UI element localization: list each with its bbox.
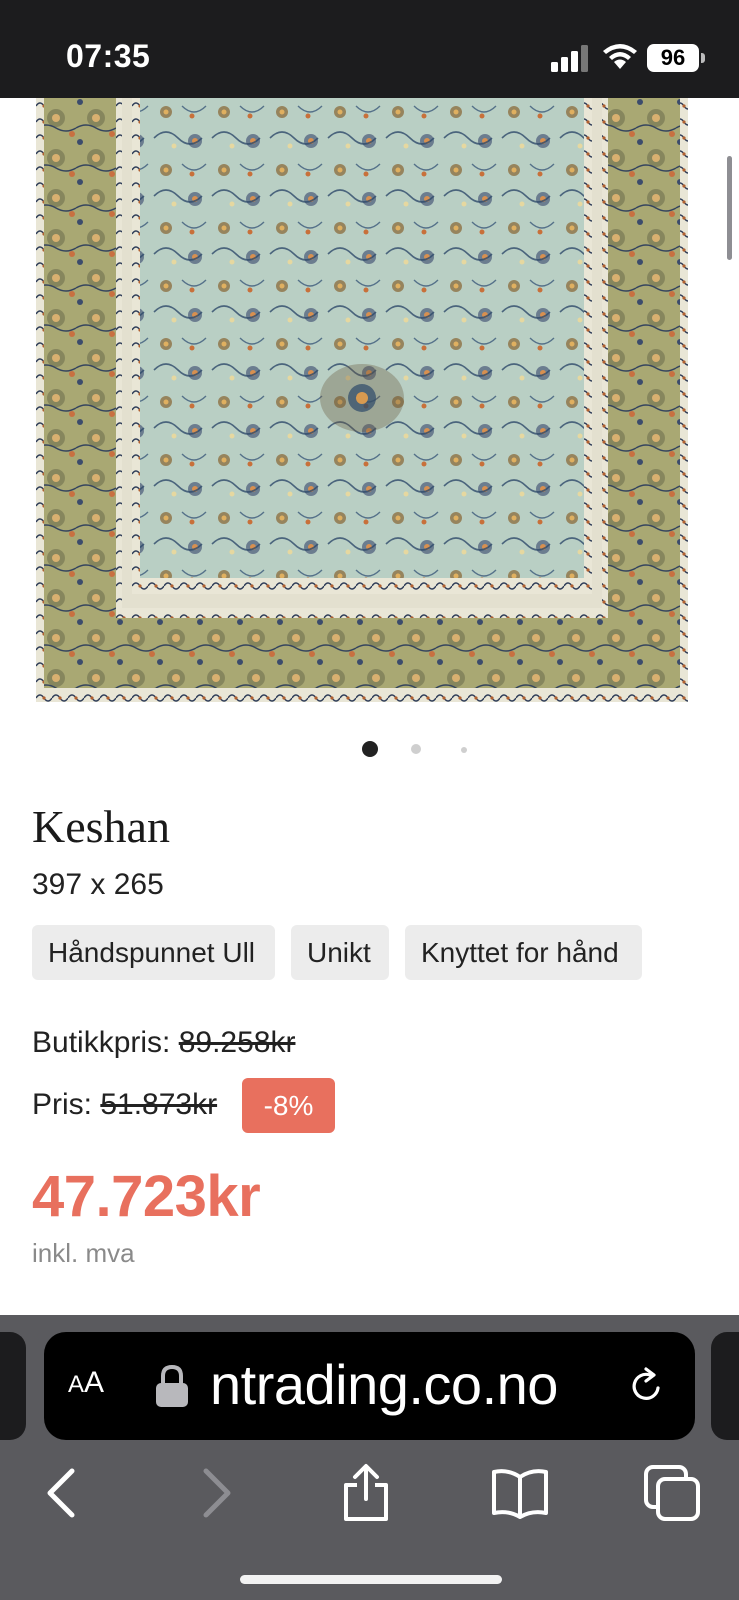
carousel-dot-active[interactable] xyxy=(362,741,378,757)
rug-illustration xyxy=(36,98,700,712)
product-title: Keshan xyxy=(32,801,170,852)
battery-icon: 96 xyxy=(647,44,699,72)
battery-tip xyxy=(701,53,705,63)
next-tab-preview[interactable] xyxy=(711,1332,739,1440)
home-indicator[interactable] xyxy=(240,1575,502,1584)
bookmarks-icon[interactable] xyxy=(490,1463,550,1523)
url-text[interactable]: ntrading.co.no xyxy=(210,1352,558,1417)
status-bar: 07:35 96 xyxy=(0,0,739,98)
tabs-icon[interactable] xyxy=(642,1463,702,1523)
store-price-value: 89.258kr xyxy=(178,1026,296,1059)
tag-unique: Unikt xyxy=(291,925,389,980)
back-icon[interactable] xyxy=(34,1463,94,1523)
wifi-icon xyxy=(603,44,637,69)
store-price-label: Butikkpris: xyxy=(32,1026,171,1059)
lock-icon xyxy=(156,1364,188,1407)
final-price: 47.723kr xyxy=(32,1164,261,1229)
address-bar[interactable]: AA ntrading.co.no xyxy=(44,1332,695,1440)
status-time: 07:35 xyxy=(66,38,151,74)
product-image[interactable] xyxy=(36,98,700,712)
price-value: 51.873kr xyxy=(100,1088,218,1121)
price-label: Pris: xyxy=(32,1088,92,1121)
share-icon[interactable] xyxy=(336,1463,396,1523)
product-dimensions: 397 x 265 xyxy=(32,868,164,901)
reload-icon[interactable] xyxy=(628,1366,666,1406)
reader-settings-button[interactable]: AA xyxy=(68,1366,104,1400)
price-row: Pris: 51.873kr xyxy=(32,1088,217,1122)
signal-icon xyxy=(551,45,588,72)
carousel-dot[interactable] xyxy=(461,747,467,753)
tag-hand-knotted: Knyttet for hånd xyxy=(405,925,642,980)
tag-handspun-wool: Håndspunnet Ull xyxy=(32,925,275,980)
store-price: Butikkpris: 89.258kr xyxy=(32,1026,295,1060)
previous-tab-preview[interactable] xyxy=(0,1332,26,1440)
vat-note: inkl. mva xyxy=(32,1238,135,1268)
scroll-indicator[interactable] xyxy=(727,156,732,260)
carousel-dot[interactable] xyxy=(411,744,421,754)
forward-icon[interactable] xyxy=(184,1463,244,1523)
discount-badge: -8% xyxy=(242,1078,335,1133)
